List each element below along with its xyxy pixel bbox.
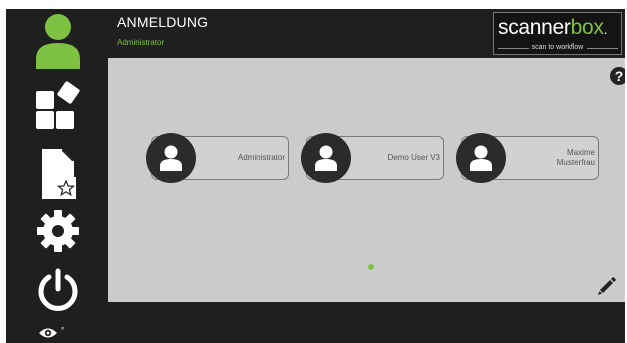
app-window: ° ANMELDUNG Administrator scannerbox. sc…	[6, 9, 625, 343]
user-name: Administrator	[237, 153, 285, 162]
user-card-demo-user[interactable]: Demo User V3	[301, 133, 444, 183]
visibility-toggle[interactable]: °	[38, 327, 64, 339]
sidebar-apps-button[interactable]	[6, 81, 110, 135]
logo-divider-right	[587, 48, 618, 49]
user-name: Demo User V3	[387, 153, 440, 162]
page-indicator-dot[interactable]	[368, 264, 374, 270]
user-card-administrator[interactable]: Administrator	[146, 133, 289, 183]
avatar	[301, 133, 351, 183]
logo-wordmark: scannerbox.	[498, 16, 607, 40]
user-icon	[160, 145, 182, 171]
user-name-line1: Maxime	[566, 148, 595, 157]
sidebar-settings-button[interactable]	[6, 209, 110, 253]
logo-word-part1: scanner	[498, 16, 571, 39]
user-name: Maxime Musterfrau	[505, 137, 595, 179]
user-name-line2: Musterfrau	[556, 158, 595, 167]
edit-button[interactable]	[597, 276, 617, 296]
sidebar-user-button[interactable]	[6, 13, 110, 71]
user-card-maxime-musterfrau[interactable]: Maxime Musterfrau	[456, 133, 599, 183]
user-icon	[470, 145, 492, 171]
help-button[interactable]: ?	[610, 67, 625, 85]
logo-word-part2: box	[570, 16, 604, 39]
user-selection-panel: ? Administrator Demo User V3 Maxime Must…	[108, 58, 625, 302]
document-star-icon	[42, 149, 76, 199]
user-icon	[36, 14, 80, 69]
power-icon	[38, 268, 78, 311]
user-icon	[315, 145, 337, 171]
visibility-indicator: °	[61, 326, 65, 335]
question-icon: ?	[614, 68, 624, 84]
page-title: ANMELDUNG	[117, 14, 209, 30]
eye-icon	[39, 328, 57, 338]
avatar	[456, 133, 506, 183]
pencil-icon	[598, 277, 616, 295]
gear-icon	[37, 210, 79, 252]
sidebar-power-button[interactable]	[6, 267, 110, 313]
apps-icon	[36, 81, 80, 129]
logo-trademark: .	[603, 21, 608, 37]
sidebar-documents-button[interactable]	[6, 147, 110, 203]
current-user-label: Administrator	[117, 38, 165, 47]
avatar	[146, 133, 196, 183]
brand-logo: scannerbox. scan to workflow	[493, 12, 622, 55]
